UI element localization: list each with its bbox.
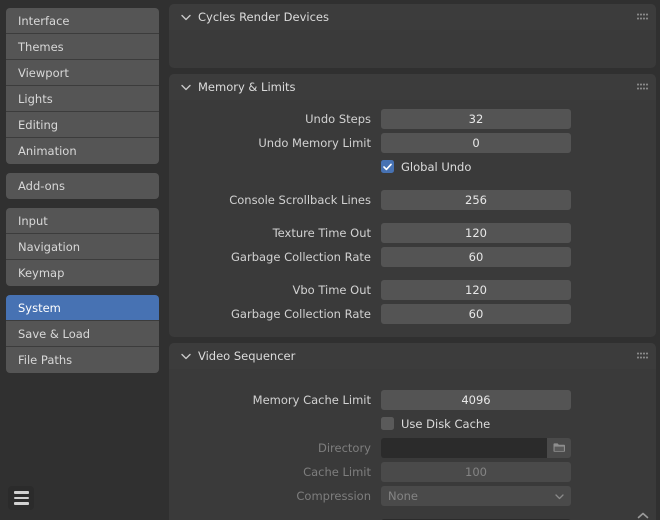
row-compression: Compression None xyxy=(169,485,656,506)
texture-time-out-input[interactable]: 120 xyxy=(381,223,571,243)
row-use-disk-cache: Use Disk Cache xyxy=(169,413,656,434)
use-disk-cache-label: Use Disk Cache xyxy=(401,417,490,431)
sidebar-item-label: File Paths xyxy=(18,353,72,367)
cache-limit-label: Cache Limit xyxy=(169,465,381,479)
sidebar-item-lights[interactable]: Lights xyxy=(6,86,159,112)
chevron-down-icon xyxy=(555,489,564,503)
sidebar-item-label: Themes xyxy=(18,40,64,54)
row-vbo-garbage-collection-rate: Garbage Collection Rate 60 xyxy=(169,303,656,324)
panel-title: Memory & Limits xyxy=(198,80,296,94)
directory-field-group xyxy=(381,438,571,458)
sidebar-item-interface[interactable]: Interface xyxy=(6,8,159,34)
sidebar-item-input[interactable]: Input xyxy=(6,208,159,234)
preferences-window: Interface Themes Viewport Lights Editing… xyxy=(0,0,660,520)
chevron-down-icon xyxy=(179,349,193,363)
panel-header-memory-and-limits[interactable]: Memory & Limits xyxy=(169,74,656,100)
sidebar-item-add-ons[interactable]: Add-ons xyxy=(6,173,159,199)
use-disk-cache-checkbox[interactable] xyxy=(381,417,394,430)
compression-value: None xyxy=(388,489,418,503)
vbo-garbage-collection-rate-input[interactable]: 60 xyxy=(381,304,571,324)
hamburger-icon[interactable] xyxy=(8,486,34,510)
grip-dots-icon[interactable] xyxy=(637,14,648,21)
row-undo-memory-limit: Undo Memory Limit 0 xyxy=(169,132,656,153)
chevron-down-icon xyxy=(179,80,193,94)
sidebar-item-editing[interactable]: Editing xyxy=(6,112,159,138)
memory-cache-limit-input[interactable]: 4096 xyxy=(381,390,571,410)
folder-icon[interactable] xyxy=(547,438,571,458)
sidebar-item-animation[interactable]: Animation xyxy=(6,138,159,164)
sidebar-item-viewport[interactable]: Viewport xyxy=(6,60,159,86)
row-cache-limit: Cache Limit 100 xyxy=(169,461,656,482)
sidebar-item-themes[interactable]: Themes xyxy=(6,34,159,60)
sidebar-item-label: Interface xyxy=(18,14,70,28)
texture-garbage-collection-rate-input[interactable]: 60 xyxy=(381,247,571,267)
sidebar-item-label: Editing xyxy=(18,118,58,132)
sidebar-item-label: Input xyxy=(18,214,48,228)
row-directory: Directory xyxy=(169,437,656,458)
sidebar-item-navigation[interactable]: Navigation xyxy=(6,234,159,260)
cache-limit-input[interactable]: 100 xyxy=(381,462,571,482)
row-texture-time-out: Texture Time Out 120 xyxy=(169,222,656,243)
panel-body-memory-and-limits: Undo Steps 32 Undo Memory Limit 0 Global… xyxy=(169,100,656,337)
memory-cache-limit-label: Memory Cache Limit xyxy=(169,393,381,407)
hamburger-bar xyxy=(14,491,29,494)
scroll-up-indicator-icon[interactable] xyxy=(636,511,650,520)
grip-dots-icon[interactable] xyxy=(637,353,648,360)
vbo-garbage-collection-rate-label: Garbage Collection Rate xyxy=(169,307,381,321)
undo-steps-label: Undo Steps xyxy=(169,112,381,126)
panel-title: Video Sequencer xyxy=(198,349,295,363)
texture-garbage-collection-rate-label: Garbage Collection Rate xyxy=(169,250,381,264)
vbo-time-out-label: Vbo Time Out xyxy=(169,283,381,297)
undo-memory-limit-input[interactable]: 0 xyxy=(381,133,571,153)
sidebar-group-input: Input Navigation Keymap xyxy=(6,208,159,286)
panel-body-cycles-render-devices xyxy=(169,30,656,68)
row-memory-cache-limit: Memory Cache Limit 4096 xyxy=(169,389,656,410)
row-texture-garbage-collection-rate: Garbage Collection Rate 60 xyxy=(169,246,656,267)
sidebar-item-label: Navigation xyxy=(18,240,80,254)
global-undo-label: Global Undo xyxy=(401,160,471,174)
row-undo-steps: Undo Steps 32 xyxy=(169,108,656,129)
sidebar-group-addons: Add-ons xyxy=(6,173,159,199)
sidebar-item-keymap[interactable]: Keymap xyxy=(6,260,159,286)
sidebar-item-label: Add-ons xyxy=(18,179,65,193)
panel-memory-and-limits: Memory & Limits Undo Steps 32 Undo Memor… xyxy=(169,74,656,337)
chevron-down-icon xyxy=(179,10,193,24)
hamburger-bar xyxy=(14,502,29,505)
sidebar-item-label: System xyxy=(18,301,61,315)
hamburger-bar xyxy=(14,497,29,500)
directory-label: Directory xyxy=(169,441,381,455)
sidebar-item-label: Save & Load xyxy=(18,327,90,341)
sidebar-item-file-paths[interactable]: File Paths xyxy=(6,347,159,373)
sidebar-item-label: Keymap xyxy=(18,266,64,280)
compression-dropdown[interactable]: None xyxy=(381,486,571,506)
preferences-content: Cycles Render Devices Memory & Limits xyxy=(165,0,660,520)
texture-time-out-label: Texture Time Out xyxy=(169,226,381,240)
panel-video-sequencer: Video Sequencer Memory Cache Limit 4096 … xyxy=(169,343,656,520)
grip-dots-icon[interactable] xyxy=(637,84,648,91)
sidebar-item-save-and-load[interactable]: Save & Load xyxy=(6,321,159,347)
sidebar-item-label: Viewport xyxy=(18,66,69,80)
sidebar-item-label: Lights xyxy=(18,92,53,106)
compression-label: Compression xyxy=(169,489,381,503)
row-vbo-time-out: Vbo Time Out 120 xyxy=(169,279,656,300)
row-global-undo: Global Undo xyxy=(169,156,656,177)
directory-input[interactable] xyxy=(381,438,547,458)
sidebar-group-system: System Save & Load File Paths xyxy=(6,295,159,373)
panel-header-cycles-render-devices[interactable]: Cycles Render Devices xyxy=(169,4,656,30)
row-console-scrollback-lines: Console Scrollback Lines 256 xyxy=(169,189,656,210)
global-undo-checkbox[interactable] xyxy=(381,160,394,173)
undo-steps-input[interactable]: 32 xyxy=(381,109,571,129)
panel-cycles-render-devices: Cycles Render Devices xyxy=(169,4,656,68)
panel-title: Cycles Render Devices xyxy=(198,10,329,24)
sidebar-group-general: Interface Themes Viewport Lights Editing… xyxy=(6,8,159,164)
undo-memory-limit-label: Undo Memory Limit xyxy=(169,136,381,150)
panel-body-video-sequencer: Memory Cache Limit 4096 Use Disk Cache D… xyxy=(169,369,656,520)
console-scrollback-lines-input[interactable]: 256 xyxy=(381,190,571,210)
panel-header-video-sequencer[interactable]: Video Sequencer xyxy=(169,343,656,369)
sidebar: Interface Themes Viewport Lights Editing… xyxy=(0,0,165,520)
sidebar-item-label: Animation xyxy=(18,144,77,158)
console-scrollback-lines-label: Console Scrollback Lines xyxy=(169,193,381,207)
vbo-time-out-input[interactable]: 120 xyxy=(381,280,571,300)
sidebar-item-system[interactable]: System xyxy=(6,295,159,321)
